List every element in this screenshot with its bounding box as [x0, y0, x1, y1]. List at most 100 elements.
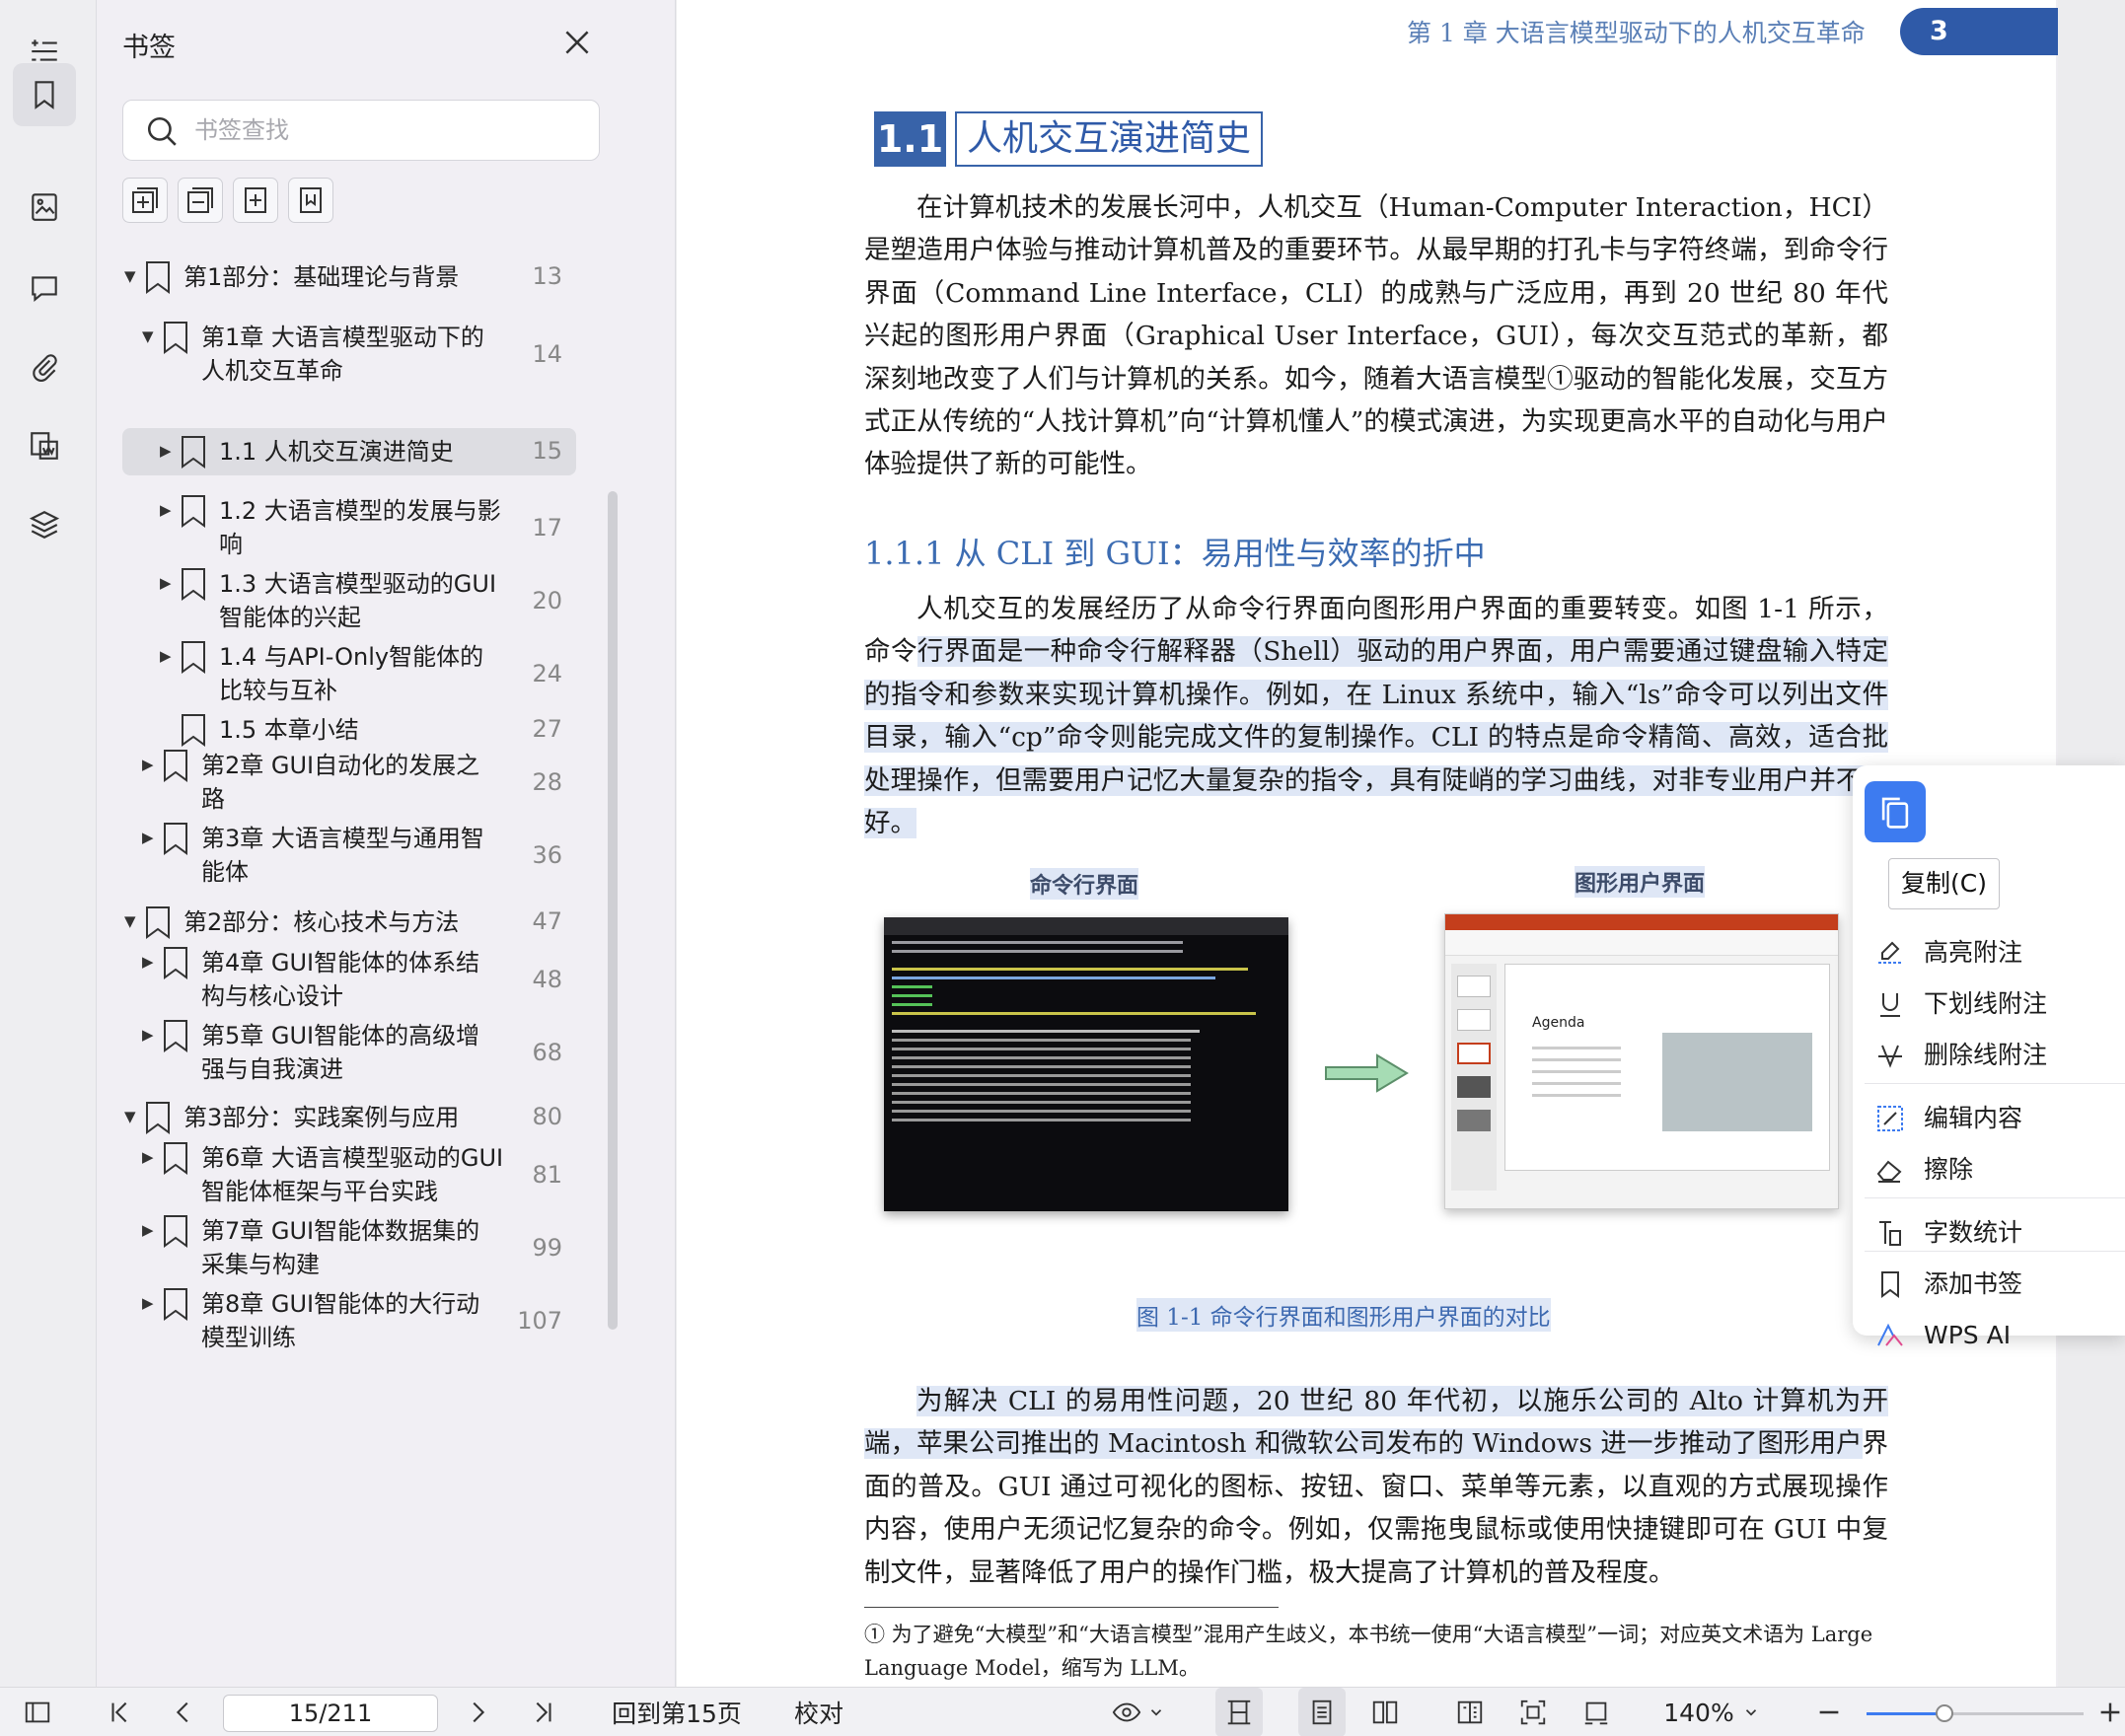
bookmark-icon [146, 261, 170, 294]
caret-down-icon[interactable]: ▼ [124, 912, 136, 930]
thumbnail-icon[interactable] [13, 176, 76, 239]
context-menu-item[interactable]: 删除线附注 [1874, 1036, 2047, 1075]
previous-page-icon[interactable] [164, 1688, 203, 1736]
bookmark-page-number: 27 [532, 715, 562, 743]
caret-down-icon[interactable]: ▼ [124, 267, 136, 285]
bookmark-icon [146, 1102, 170, 1134]
eye-mode-dropdown[interactable] [1107, 1688, 1170, 1736]
caret-right-icon[interactable]: ▶ [160, 574, 172, 592]
context-menu-item[interactable]: WPS AI [1874, 1316, 2011, 1355]
footnote: ① 为了避免“大模型”和“大语言模型”混用产生歧义，本书统一使用“大语言模型”一… [864, 1623, 1873, 1680]
two-page-icon[interactable] [1361, 1688, 1409, 1736]
caret-down-icon[interactable]: ▼ [124, 1108, 136, 1125]
bookmark-label-line: 模型训练 [201, 1324, 296, 1351]
bookmark-panel-icon[interactable] [13, 63, 76, 126]
bookmark-item[interactable]: ▶ 第2章 GUI自动化的发展之路 28 [122, 742, 576, 825]
selected-text[interactable]: 行界面是一种命令行解释器（Shell）驱动的用户界面，用户需要通过键盘输入特定的… [864, 636, 1889, 839]
bookmark-search-input[interactable] [194, 110, 589, 150]
caret-right-icon[interactable]: ▶ [142, 1221, 154, 1239]
next-page-icon[interactable] [458, 1688, 497, 1736]
underline-note-icon [1880, 993, 1900, 1017]
caret-right-icon[interactable]: ▶ [142, 1294, 154, 1312]
caret-right-icon[interactable]: ▶ [142, 1148, 154, 1166]
rotate-page-icon[interactable] [1573, 1688, 1620, 1736]
bookmark-label-line: 第5章 GUI智能体的高级增 [201, 1022, 480, 1049]
document-view: 第 1 章 大语言模型驱动下的人机交互革命 3 1.1 人机交互演进简史 在计算… [677, 0, 2058, 1687]
context-menu-item[interactable]: 高亮附注 [1874, 933, 2022, 973]
full-screen-icon[interactable] [1509, 1688, 1557, 1736]
context-menu-item-label: 删除线附注 [1924, 1041, 2048, 1069]
bookmark-item[interactable]: ▶ 第8章 GUI智能体的大行动 模型训练 107 [122, 1280, 576, 1363]
bookmark-item[interactable]: ▶ 1.1 人机交互演进简史 15 [122, 428, 576, 475]
bookmark-label-line: 路 [201, 785, 225, 813]
bookmark-item[interactable]: ▶ 1.2 大语言模型的发展与影响 17 [122, 487, 576, 570]
bookmark-item[interactable]: ▶ 1.3 大语言模型驱动的GUI 智能体的兴起 20 [122, 560, 576, 643]
expand-all-icon [132, 187, 158, 213]
bookmark-item[interactable]: ▶ 第5章 GUI智能体的高级增 强与自我演进 68 [122, 1012, 576, 1095]
book-mode-icon[interactable] [1446, 1688, 1494, 1736]
zoom-slider[interactable] [1867, 1704, 2084, 1722]
sidebar-toggle-icon[interactable] [18, 1688, 57, 1736]
running-head: 第 1 章 大语言模型驱动下的人机交互革命 [1407, 19, 1866, 47]
single-page-icon[interactable] [1298, 1688, 1346, 1736]
bookmark-label: 第1部分：基础理论与背景 [183, 260, 539, 294]
close-icon[interactable] [560, 26, 594, 59]
caret-right-icon[interactable]: ▶ [142, 756, 154, 773]
add-bookmark-icon [245, 187, 266, 213]
bookmark-page-number: 36 [532, 841, 562, 869]
context-menu-item[interactable]: 下划线附注 [1874, 984, 2047, 1024]
caret-down-icon[interactable]: ▼ [142, 327, 154, 345]
last-page-icon[interactable] [523, 1688, 562, 1736]
caret-right-icon[interactable]: ▶ [142, 829, 154, 846]
bookmark-item[interactable]: ▶ 第7章 GUI智能体数据集的 采集与构建 99 [122, 1207, 576, 1290]
bookmark-label-line: 人机交互革命 [201, 357, 343, 385]
bookmark-item[interactable]: ▼ 第1部分：基础理论与背景 13 [122, 254, 576, 300]
word-count-icon [1879, 1221, 1901, 1246]
new-bookmark-button[interactable] [288, 178, 333, 223]
copy-button[interactable] [1865, 781, 1926, 842]
add-bookmark-button[interactable] [233, 178, 278, 223]
expand-all-button[interactable] [122, 178, 168, 223]
panel-scrollbar[interactable] [608, 491, 618, 1330]
bookmark-item[interactable]: ▶ 第4章 GUI智能体的体系结 构与核心设计 48 [122, 939, 576, 1022]
first-page-icon[interactable] [101, 1688, 140, 1736]
fit-width-icon[interactable] [1215, 1688, 1263, 1736]
back-to-page-button[interactable]: 回到第15页 [610, 1688, 744, 1736]
context-menu-item[interactable]: 字数统计 [1874, 1213, 2022, 1253]
signature-icon[interactable] [13, 414, 76, 477]
context-menu-item-label: WPS AI [1924, 1321, 2012, 1349]
context-menu-item-label: 编辑内容 [1924, 1104, 2023, 1132]
zoom-out-icon[interactable] [1809, 1688, 1849, 1736]
page-number-input[interactable] [223, 1695, 438, 1732]
attachment-icon[interactable] [13, 335, 76, 398]
bookmark-label-line: 第2章 GUI自动化的发展之 [201, 752, 480, 779]
layers-icon[interactable] [13, 493, 76, 556]
context-menu-item[interactable]: 编辑内容 [1874, 1099, 2022, 1138]
bookmark-icon [164, 1020, 187, 1052]
bookmark-label: 1.4 与API-Only智能体的 比较与互补 [219, 640, 539, 707]
caret-right-icon[interactable]: ▶ [142, 1026, 154, 1044]
caret-right-icon[interactable]: ▶ [160, 442, 172, 460]
page-number-badge: 3 [1900, 8, 2058, 55]
bookmark-item[interactable]: ▶ 1.4 与API-Only智能体的 比较与互补 24 [122, 633, 576, 716]
proofread-button[interactable]: 校对 [789, 1688, 848, 1736]
zoom-dropdown[interactable]: 140% [1657, 1688, 1766, 1736]
bookmark-item[interactable]: ▶ 第3章 大语言模型与通用智 能体 36 [122, 815, 576, 898]
collapse-all-button[interactable] [178, 178, 223, 223]
caret-right-icon[interactable]: ▶ [160, 501, 172, 519]
context-menu-item[interactable]: 添加书签 [1874, 1265, 2022, 1304]
footnote-rule [864, 1607, 1279, 1608]
comment-icon[interactable] [13, 256, 76, 320]
bookmark-item[interactable]: ▶ 第6章 大语言模型驱动的GUI 智能体框架与平台实践 81 [122, 1134, 576, 1217]
paragraph-text: 人机交互的发展经历了从命令行界面向图形用户界面的重要转变。如图 1-1 所示，命… [864, 588, 1889, 844]
caret-right-icon[interactable]: ▶ [160, 647, 172, 665]
caret-right-icon[interactable]: ▶ [142, 953, 154, 971]
zoom-in-icon[interactable] [2095, 1688, 2125, 1736]
figure-label-cli: 命令行界面 [1030, 868, 1139, 900]
arrow-right-icon [1325, 1053, 1409, 1093]
bookmark-item[interactable]: ▼ 第1章 大语言模型驱动下的 人机交互革命 14 [122, 314, 576, 397]
bookmark-page-number: 48 [532, 966, 562, 993]
context-menu-item[interactable]: 擦除 [1874, 1150, 1973, 1190]
zoom-slider-handle[interactable] [1936, 1704, 1954, 1722]
selected-text[interactable]: 为解决 CLI 的易用性问题，20 世纪 80 年代初，以施乐公司的 Alto … [864, 1386, 1888, 1460]
